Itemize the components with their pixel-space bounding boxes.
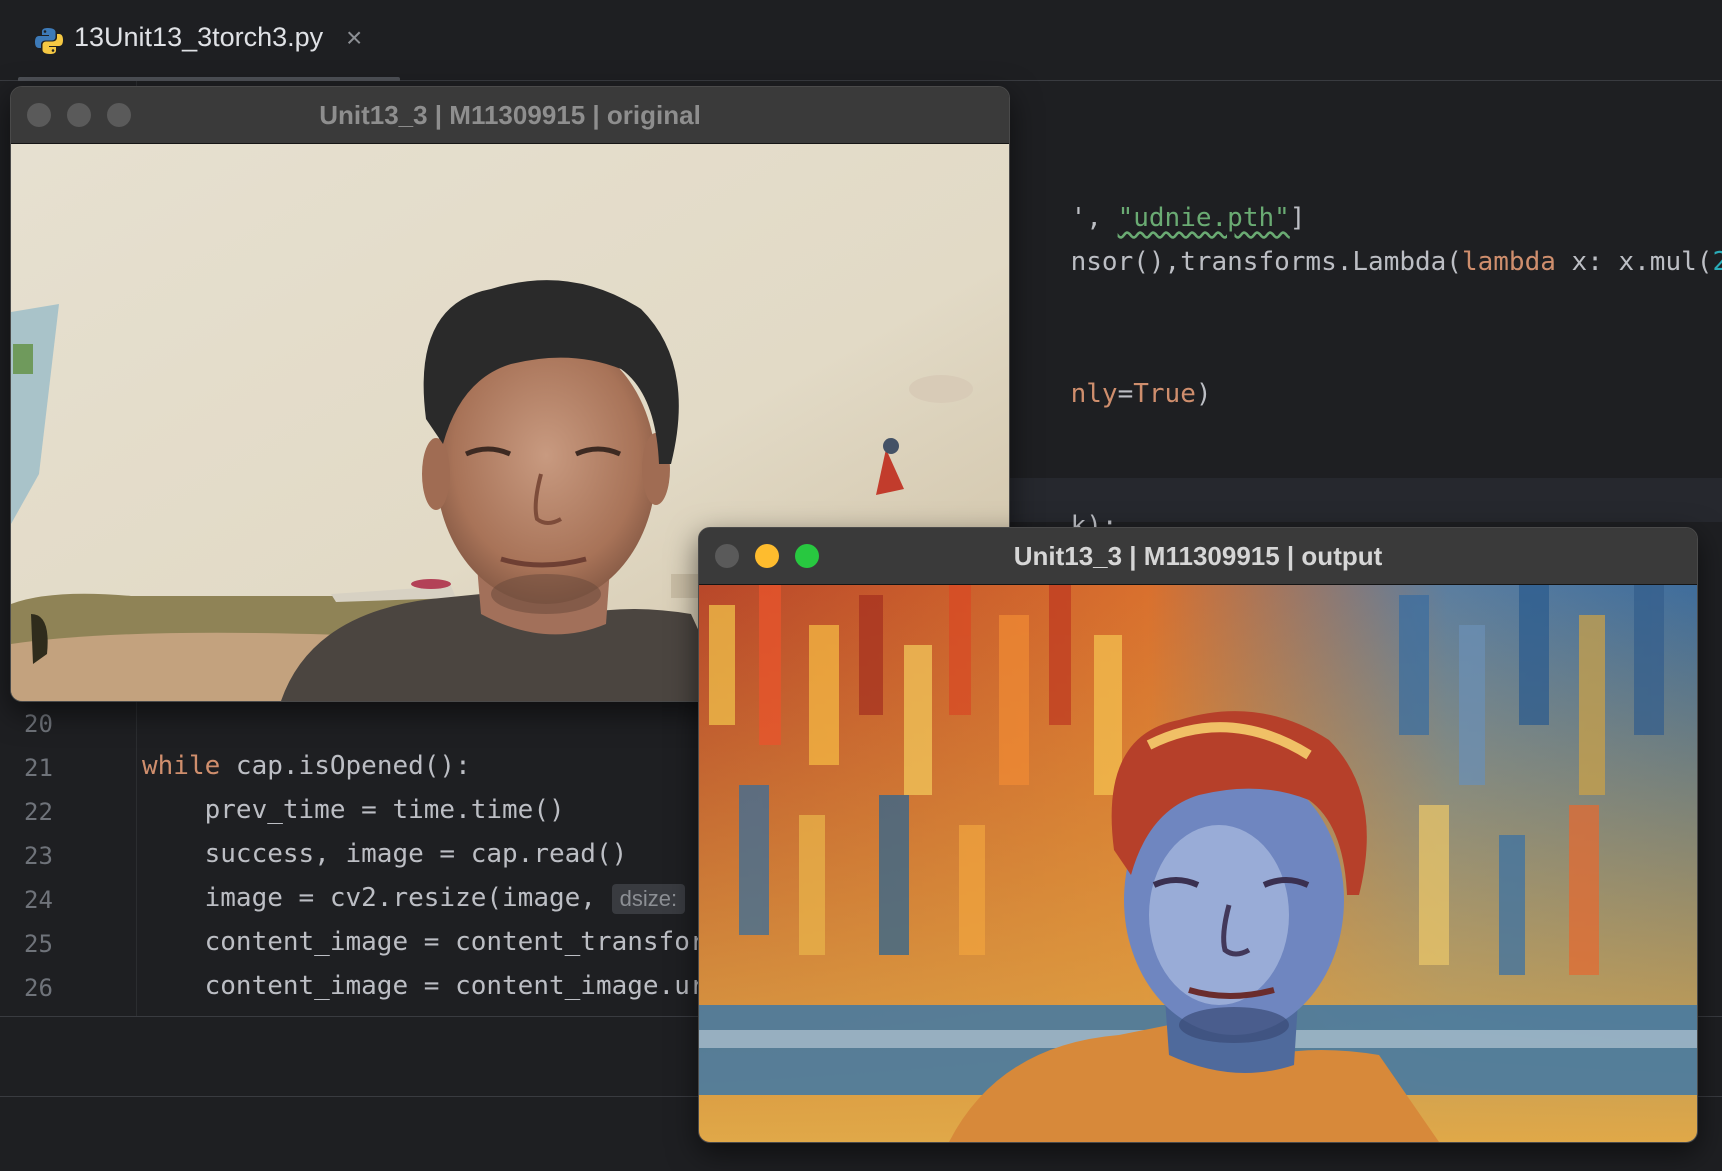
window-title: Unit13_3 | M11309915 | output <box>1013 541 1383 571</box>
style-transfer-output-frame <box>699 585 1697 1142</box>
code-line[interactable]: while cap.isOpened(): <box>142 751 471 781</box>
line-number: 20 <box>24 710 53 738</box>
code-line[interactable]: prev_time = time.time() <box>142 795 565 825</box>
python-file-icon <box>35 28 63 54</box>
code-line[interactable]: image = cv2.resize(image, dsize: <box>142 883 686 914</box>
line-number: 24 <box>24 886 53 914</box>
code-line[interactable]: content_image = content_transfor <box>142 927 706 957</box>
stylized-image <box>699 585 1697 1142</box>
line-number: 26 <box>24 974 53 1002</box>
window-titlebar[interactable]: Unit13_3 | M11309915 | output <box>699 528 1697 585</box>
window-title: Unit13_3 | M11309915 | original <box>319 100 701 130</box>
parameter-hint: dsize: <box>611 884 686 914</box>
code-line[interactable]: content_image = content_image.ur <box>142 971 706 1001</box>
tab-close-icon[interactable]: × <box>346 22 362 54</box>
tab-filename: 13Unit13_3torch3.py <box>74 22 324 52</box>
code-line-fragment[interactable]: nsor(),transforms.Lambda(lambda x: x.mul… <box>1008 217 1722 307</box>
window-titlebar[interactable]: Unit13_3 | M11309915 | original <box>11 87 1009 144</box>
line-number: 21 <box>24 754 53 782</box>
output-video-window[interactable]: Unit13_3 | M11309915 | output <box>698 527 1698 1143</box>
line-number: 25 <box>24 930 53 958</box>
tab-13unit13-3torch3[interactable]: 13Unit13_3torch3.py × <box>10 0 400 82</box>
code-line[interactable]: success, image = cap.read() <box>142 839 628 869</box>
editor-tab-bar: 13Unit13_3torch3.py × <box>0 0 1722 82</box>
line-number: 22 <box>24 798 53 826</box>
code-line-fragment[interactable]: nly=True) <box>1008 349 1212 439</box>
line-number: 23 <box>24 842 53 870</box>
